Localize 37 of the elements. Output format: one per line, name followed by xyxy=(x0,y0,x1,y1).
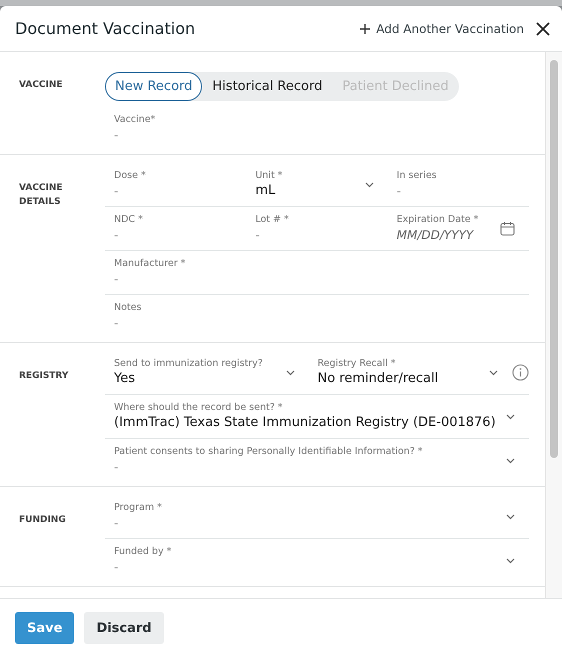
scrollbar-thumb[interactable] xyxy=(550,60,558,458)
select-field[interactable]: Program * - xyxy=(105,495,529,538)
save-button[interactable]: Save xyxy=(15,612,74,644)
close-icon[interactable] xyxy=(536,22,550,36)
chevron-down-icon[interactable] xyxy=(506,414,515,420)
dialog-title: Document Vaccination xyxy=(15,19,196,38)
add-vaccination-link[interactable]: Add Another Vaccination xyxy=(360,22,524,36)
chevron-down-icon[interactable] xyxy=(506,558,515,564)
input-field[interactable]: Vaccine* - xyxy=(105,107,529,150)
calendar-icon[interactable] xyxy=(500,221,515,236)
discard-button[interactable]: Discard xyxy=(84,612,164,644)
input-field[interactable]: Lot # * - xyxy=(246,207,388,250)
plus-icon[interactable] xyxy=(360,24,370,34)
section-label: VACCINE DETAILS xyxy=(18,182,64,209)
chevron-down-icon[interactable] xyxy=(489,370,498,376)
chevron-down-icon[interactable] xyxy=(286,370,294,376)
section-label: REGISTRY xyxy=(18,370,70,383)
section-label: FUNDING xyxy=(18,514,67,527)
select-field[interactable]: Patient consents to sharing Personally Identifiable Information? * - xyxy=(105,439,529,482)
select-field[interactable]: Send to immunization registry? Yes xyxy=(105,351,308,394)
date-field[interactable]: Expiration Date * MM/DD/YYYY xyxy=(388,207,529,250)
segment-tab[interactable]: Historical Record xyxy=(202,72,332,101)
input-field[interactable]: Manufacturer * - xyxy=(105,251,529,294)
select-field[interactable]: Where should the record be sent? * (ImmTrac) Texas State Immunization Registry (DE-001876) xyxy=(105,395,529,438)
input-field[interactable]: In series - xyxy=(388,163,529,206)
select-field[interactable]: Unit * mL xyxy=(246,163,388,206)
select-field[interactable]: Funded by * - xyxy=(105,539,529,582)
chevron-down-icon[interactable] xyxy=(506,514,515,520)
input-field[interactable]: Dose * - xyxy=(105,163,246,206)
chevron-down-icon[interactable] xyxy=(364,182,374,188)
section-label: VACCINE xyxy=(18,79,64,92)
chevron-down-icon[interactable] xyxy=(506,458,515,464)
segment-tab[interactable]: New Record xyxy=(105,72,202,101)
select-field[interactable]: Registry Recall * No reminder/recall xyxy=(308,351,512,394)
input-field[interactable]: NDC * - xyxy=(105,207,246,250)
input-field[interactable]: Notes - xyxy=(105,295,529,338)
info-icon[interactable] xyxy=(512,364,529,381)
